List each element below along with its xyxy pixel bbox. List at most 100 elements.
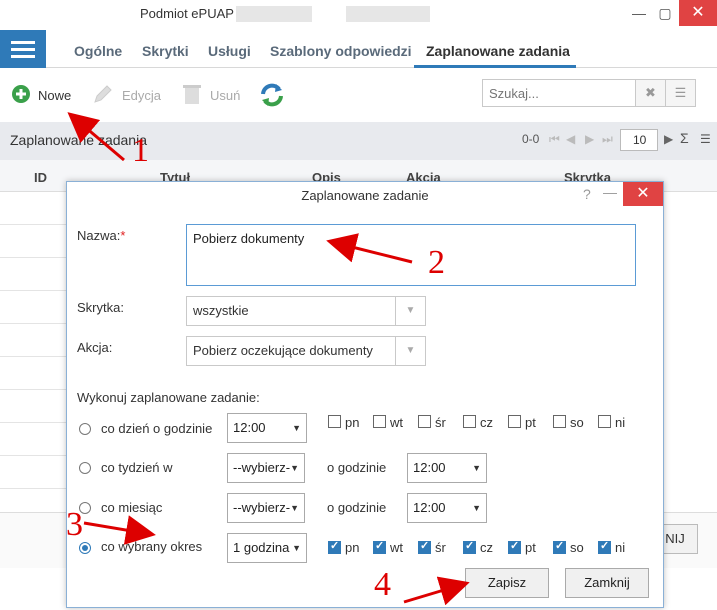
daily-radio[interactable] — [79, 423, 91, 435]
next-page-icon[interactable]: ▶ — [585, 132, 594, 146]
delete-button[interactable]: Usuń — [182, 82, 244, 108]
redacted-text — [236, 6, 312, 22]
day-label: wt — [390, 415, 403, 430]
grid-row-divider — [0, 422, 66, 423]
weekday-select[interactable]: --wybierz- ▼ — [227, 453, 305, 483]
period-day-checkbox-pn[interactable] — [328, 539, 341, 554]
weekly-radio[interactable] — [79, 462, 91, 474]
caret-down-icon: ▼ — [290, 503, 299, 513]
dialog-close-button[interactable]: ✕ — [623, 182, 663, 206]
daily-day-checkbox-so[interactable] — [553, 415, 566, 428]
search-input[interactable] — [483, 80, 633, 106]
period-day-checkbox-wt[interactable] — [373, 539, 386, 554]
daily-day-checkbox-pt[interactable] — [508, 415, 521, 428]
weekly-time-select[interactable]: 12:00 ▼ — [407, 453, 487, 483]
delete-button-label: Usuń — [210, 88, 241, 103]
minimize-icon[interactable]: — — [603, 184, 617, 200]
day-label: śr — [435, 415, 446, 430]
minimize-icon[interactable]: — — [626, 0, 652, 28]
new-button[interactable]: Nowe — [10, 82, 76, 108]
monthly-time-select[interactable]: 12:00 ▼ — [407, 493, 487, 523]
pager-range: 0-0 — [522, 132, 540, 146]
column-id[interactable]: ID — [34, 170, 47, 185]
chevron-down-icon[interactable]: ▼ — [395, 297, 425, 325]
box-combo[interactable]: wszystkie ▼ — [186, 296, 426, 326]
search-box: ✖ ☰ — [482, 79, 696, 107]
period-day-checkbox-so[interactable] — [553, 539, 566, 554]
weekly-time-value: 12:00 — [413, 460, 446, 475]
tab-services[interactable]: Usługi — [208, 43, 251, 59]
month-day-select[interactable]: --wybierz- ▼ — [227, 493, 305, 523]
daily-time-value: 12:00 — [233, 420, 266, 435]
tab-reply-templates[interactable]: Szablony odpowiedzi — [270, 43, 412, 59]
dialog-title: Zaplanowane zadanie — [301, 188, 429, 203]
maximize-icon[interactable]: ▢ — [652, 0, 678, 28]
action-combo[interactable]: Pobierz oczekujące dokumenty ▼ — [186, 336, 426, 366]
day-label: pt — [525, 540, 536, 555]
required-icon: * — [120, 228, 126, 243]
window-title: Podmiot ePUAP - — [140, 6, 242, 21]
weekday-value: --wybierz- — [233, 460, 291, 475]
period-day-checkbox-pt[interactable] — [508, 539, 521, 554]
tab-scheduled-tasks[interactable]: Zaplanowane zadania — [426, 43, 570, 59]
last-page-icon[interactable]: ⏭ — [602, 132, 613, 147]
annotation-3: 3 — [66, 506, 83, 543]
chevron-down-icon[interactable]: ▼ — [395, 337, 425, 365]
weekly-label: co tydzień w — [101, 460, 173, 475]
window-close-button[interactable]: ✕ — [679, 0, 717, 26]
period-value: 1 godzina — [233, 540, 290, 555]
page-size-input[interactable]: 10 — [620, 129, 658, 151]
name-textarea[interactable]: Pobierz dokumenty — [186, 224, 636, 286]
window-titlebar: Podmiot ePUAP - — ▢ ✕ — [0, 0, 717, 28]
day-label: ni — [615, 540, 626, 555]
period-day-checkbox-cz[interactable] — [463, 539, 476, 554]
daily-day-checkbox-pn[interactable] — [328, 415, 341, 428]
annotation-2: 2 — [428, 244, 445, 281]
daily-day-checkbox-cz[interactable] — [463, 415, 476, 428]
grid-row-divider — [0, 323, 66, 324]
save-button[interactable]: Zapisz — [465, 568, 549, 598]
annotation-4: 4 — [374, 566, 391, 603]
action-combo-value: Pobierz oczekujące dokumenty — [193, 343, 373, 358]
edit-button[interactable]: Edycja — [92, 82, 164, 108]
period-day-checkbox-ni[interactable] — [598, 539, 611, 554]
daily-day-checkbox-wt[interactable] — [373, 415, 386, 428]
period-select[interactable]: 1 godzina ▼ — [227, 533, 307, 563]
refresh-icon[interactable] — [259, 82, 285, 108]
name-label-text: Nazwa: — [77, 228, 121, 243]
grid-menu-icon[interactable]: ☰ — [700, 132, 711, 146]
search-menu-icon[interactable]: ☰ — [665, 80, 695, 106]
period-label: co wybrany okres — [101, 539, 203, 554]
sum-icon[interactable]: Σ — [680, 130, 689, 146]
plus-circle-icon — [12, 85, 30, 103]
grid-header: Zaplanowane zadania 0-0 ⏮ ◀ ▶ ⏭ ▶ Σ ☰ — [0, 122, 717, 160]
day-label: pn — [345, 415, 360, 430]
go-icon[interactable]: ▶ — [664, 132, 673, 146]
caret-down-icon: ▼ — [472, 503, 481, 513]
day-label: so — [570, 540, 584, 555]
daily-day-checkbox-ni[interactable] — [598, 415, 611, 428]
period-day-checkbox-sr[interactable] — [418, 539, 431, 554]
box-label: Skrytka: — [77, 300, 124, 315]
day-label: cz — [480, 540, 493, 555]
tab-general[interactable]: Ogólne — [74, 43, 122, 59]
grid-row-divider — [0, 455, 66, 456]
grid-row-divider — [0, 224, 66, 225]
clear-search-icon[interactable]: ✖ — [635, 80, 665, 106]
day-label: śr — [435, 540, 446, 555]
daily-label: co dzień o godzinie — [101, 421, 213, 436]
prev-page-icon[interactable]: ◀ — [566, 132, 575, 146]
monthly-label: co miesiąc — [101, 500, 163, 515]
schedule-label: Wykonuj zaplanowane zadanie: — [77, 390, 260, 405]
day-label: so — [570, 415, 584, 430]
help-icon[interactable]: ? — [583, 186, 591, 202]
first-page-icon[interactable]: ⏮ — [549, 132, 560, 147]
hamburger-menu-icon[interactable] — [0, 30, 46, 68]
monthly-time-value: 12:00 — [413, 500, 446, 515]
close-button[interactable]: Zamknij — [565, 568, 649, 598]
tab-boxes[interactable]: Skrytki — [142, 43, 189, 59]
grid-row-divider — [0, 290, 66, 291]
daily-day-checkbox-sr[interactable] — [418, 415, 431, 428]
pencil-icon — [94, 85, 112, 103]
daily-time-select[interactable]: 12:00 ▼ — [227, 413, 307, 443]
